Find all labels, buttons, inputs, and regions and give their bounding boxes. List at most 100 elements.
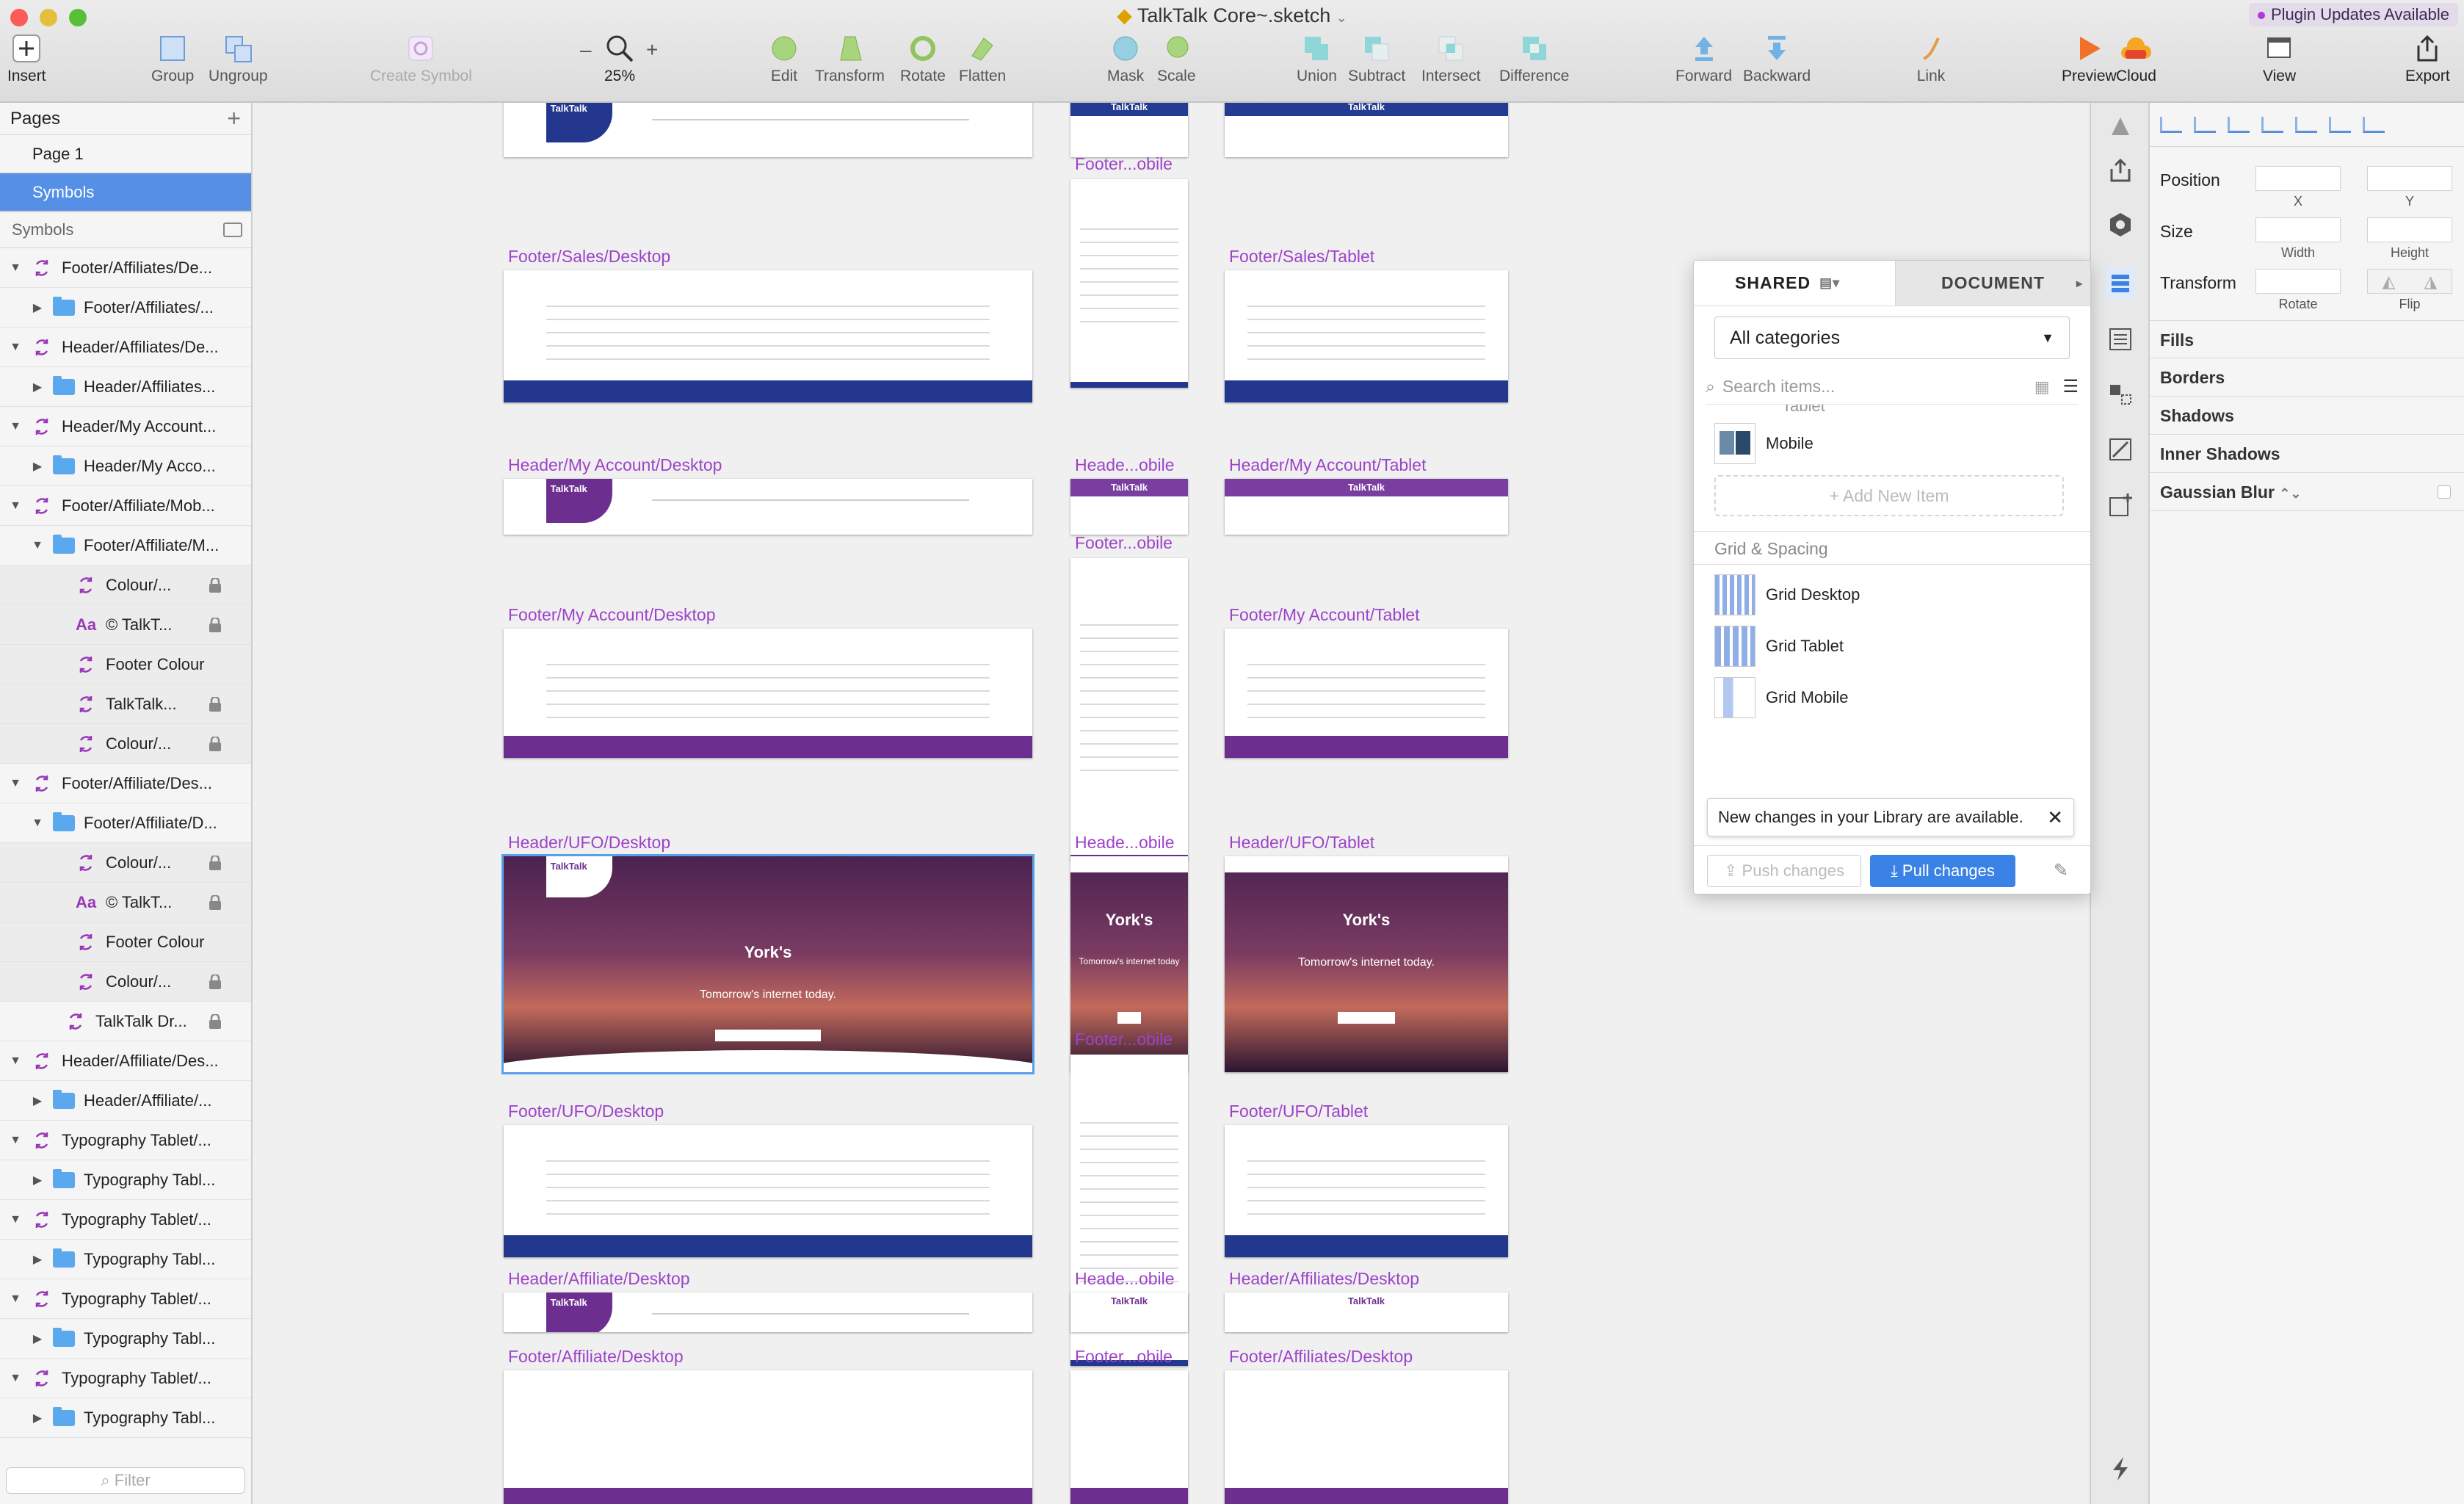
x-field[interactable]: [2255, 166, 2341, 191]
artboard-label[interactable]: Footer/Affiliate/Desktop: [508, 1347, 684, 1367]
disclosure-closed-icon[interactable]: ▶: [29, 1093, 46, 1108]
layer-row[interactable]: ▶ Typography Tabl...: [0, 1160, 251, 1200]
layer-row[interactable]: Colour/...: [0, 724, 251, 764]
disclosure-open-icon[interactable]: ▼: [29, 539, 46, 552]
artboard[interactable]: TalkTalk York's Tomorrow's internet today.: [501, 854, 1034, 1074]
artboard[interactable]: [1225, 270, 1508, 402]
layer-row[interactable]: ▶ Header/My Acco...: [0, 446, 251, 486]
layer-row[interactable]: Colour/...: [0, 962, 251, 1002]
artboard-label[interactable]: Header/UFO/Desktop: [508, 833, 670, 853]
artboard[interactable]: TalkTalk: [1070, 479, 1188, 535]
prototype-icon[interactable]: [2104, 433, 2137, 466]
artboard-label[interactable]: Footer/My Account/Desktop: [508, 605, 716, 625]
artboard[interactable]: [504, 1370, 1032, 1504]
y-field[interactable]: [2367, 166, 2452, 191]
rotate-button[interactable]: Rotate: [900, 32, 946, 98]
disclosure-closed-icon[interactable]: ▶: [29, 1173, 46, 1187]
stepper-icon[interactable]: ⌃⌄: [2279, 486, 2301, 501]
flip-vertical-icon[interactable]: ◮: [2424, 272, 2438, 292]
disclosure-open-icon[interactable]: ▼: [7, 1134, 23, 1147]
zoom-control[interactable]: 25%: [604, 32, 636, 98]
layer-row[interactable]: ▶ Typography Tabl...: [0, 1240, 251, 1279]
artboard-label[interactable]: Footer...obile: [1075, 1347, 1173, 1367]
cloud-button[interactable]: Cloud: [2116, 32, 2156, 98]
layer-row[interactable]: ▼ Typography Tablet/...: [0, 1279, 251, 1319]
layer-row[interactable]: ▼ Header/Affiliate/Des...: [0, 1041, 251, 1081]
artboard[interactable]: [1225, 1370, 1508, 1504]
artboard-label[interactable]: Footer...obile: [1075, 154, 1173, 174]
artboard-label[interactable]: Header/My Account/Tablet: [1229, 455, 1426, 475]
artboard-label[interactable]: Header/Affiliate/Desktop: [508, 1269, 690, 1289]
artboard-label[interactable]: Footer...obile: [1075, 533, 1173, 553]
artboard-label[interactable]: Header/My Account/Desktop: [508, 455, 722, 475]
difference-button[interactable]: Difference: [1499, 32, 1569, 98]
flip-horizontal-icon[interactable]: ◭: [2383, 272, 2396, 292]
edit-button[interactable]: Edit: [768, 32, 800, 98]
artboard[interactable]: TalkTalk: [1225, 103, 1508, 157]
artboard-label[interactable]: Footer/Sales/Desktop: [508, 247, 670, 267]
artboard[interactable]: [1225, 629, 1508, 758]
collapse-layers-icon[interactable]: [223, 223, 242, 237]
artboard[interactable]: [504, 629, 1032, 758]
zoom-out-button[interactable]: –: [580, 38, 592, 104]
layer-row[interactable]: ▶ Footer/Affiliates/...: [0, 288, 251, 328]
sketch-cloud-icon[interactable]: [2104, 110, 2137, 142]
borders-section[interactable]: Borders: [2150, 358, 2464, 397]
ungroup-button[interactable]: Ungroup: [209, 32, 268, 98]
disclosure-open-icon[interactable]: ▼: [7, 499, 23, 513]
align-top-icon[interactable]: [2261, 116, 2283, 133]
artboard-label[interactable]: Header/Affiliates/Desktop: [1229, 1269, 1419, 1289]
artboard[interactable]: [504, 1125, 1032, 1257]
library-item-grid-mobile[interactable]: Grid Mobile: [1694, 672, 2090, 723]
layer-row[interactable]: ▼ Typography Tablet/...: [0, 1200, 251, 1240]
plugin-updates-badge[interactable]: Plugin Updates Available: [2249, 3, 2458, 26]
disclosure-open-icon[interactable]: ▼: [7, 420, 23, 433]
artboard[interactable]: [1070, 179, 1188, 388]
layer-filter-input[interactable]: ⌕ Filter: [6, 1467, 245, 1494]
export-button[interactable]: Export: [2405, 32, 2450, 98]
blur-checkbox[interactable]: [2438, 485, 2451, 499]
disclosure-open-icon[interactable]: ▼: [7, 261, 23, 275]
width-field[interactable]: [2255, 217, 2341, 242]
zoom-in-button[interactable]: +: [646, 38, 658, 104]
artboard[interactable]: TalkTalk: [504, 479, 1032, 535]
layer-row[interactable]: Colour/...: [0, 565, 251, 605]
artboard-label[interactable]: Heade...obile: [1075, 455, 1175, 475]
disclosure-open-icon[interactable]: ▼: [7, 1055, 23, 1068]
layer-row[interactable]: ▼ Header/Affiliates/De...: [0, 328, 251, 367]
artboard-label[interactable]: Heade...obile: [1075, 833, 1175, 853]
layer-row[interactable]: ▶ Typography Tabl...: [0, 1319, 251, 1359]
upload-icon[interactable]: [2104, 154, 2137, 187]
library-icon[interactable]: [2104, 267, 2137, 300]
subtract-button[interactable]: Subtract: [1348, 32, 1405, 98]
disclosure-closed-icon[interactable]: ▶: [29, 1252, 46, 1267]
chevron-down-icon[interactable]: ⌄: [1336, 10, 1347, 25]
artboard[interactable]: TalkTalk: [504, 103, 1032, 157]
distribute-icon[interactable]: [2363, 116, 2385, 133]
artboard[interactable]: TalkTalk: [1070, 103, 1188, 157]
layer-row[interactable]: ▶ Typography Tabl...: [0, 1398, 251, 1438]
artboard[interactable]: [504, 270, 1032, 402]
backward-button[interactable]: Backward: [1743, 32, 1811, 98]
mask-button[interactable]: Mask: [1107, 32, 1144, 98]
artboard-label[interactable]: Footer/Affiliates/Desktop: [1229, 1347, 1413, 1367]
layer-row[interactable]: ▶ Header/Affiliate/...: [0, 1081, 251, 1121]
disclosure-open-icon[interactable]: ▼: [7, 1372, 23, 1385]
align-bottom-icon[interactable]: [2329, 116, 2351, 133]
artboard-label[interactable]: Header/UFO/Tablet: [1229, 833, 1374, 853]
shadows-section[interactable]: Shadows: [2150, 397, 2464, 435]
library-menu-icon[interactable]: ▤▾: [1819, 275, 1840, 291]
flatten-button[interactable]: Flatten: [959, 32, 1006, 98]
library-search[interactable]: ⌕ Search items... ▦ ☰: [1706, 369, 2079, 405]
add-new-item-button[interactable]: + Add New Item: [1714, 475, 2064, 516]
disclosure-open-icon[interactable]: ▼: [7, 1292, 23, 1306]
create-symbol-button[interactable]: Create Symbol: [370, 32, 472, 98]
fills-section[interactable]: Fills: [2150, 320, 2464, 358]
layer-row[interactable]: ▼ Footer/Affiliate/Des...: [0, 764, 251, 803]
layer-row[interactable]: TalkTalk Dr...: [0, 1002, 251, 1041]
align-middle-icon[interactable]: [2295, 116, 2317, 133]
disclosure-open-icon[interactable]: ▼: [7, 341, 23, 354]
disclosure-open-icon[interactable]: ▼: [7, 1213, 23, 1226]
align-left-icon[interactable]: [2160, 116, 2182, 133]
category-select[interactable]: All categories ▼: [1714, 317, 2070, 359]
